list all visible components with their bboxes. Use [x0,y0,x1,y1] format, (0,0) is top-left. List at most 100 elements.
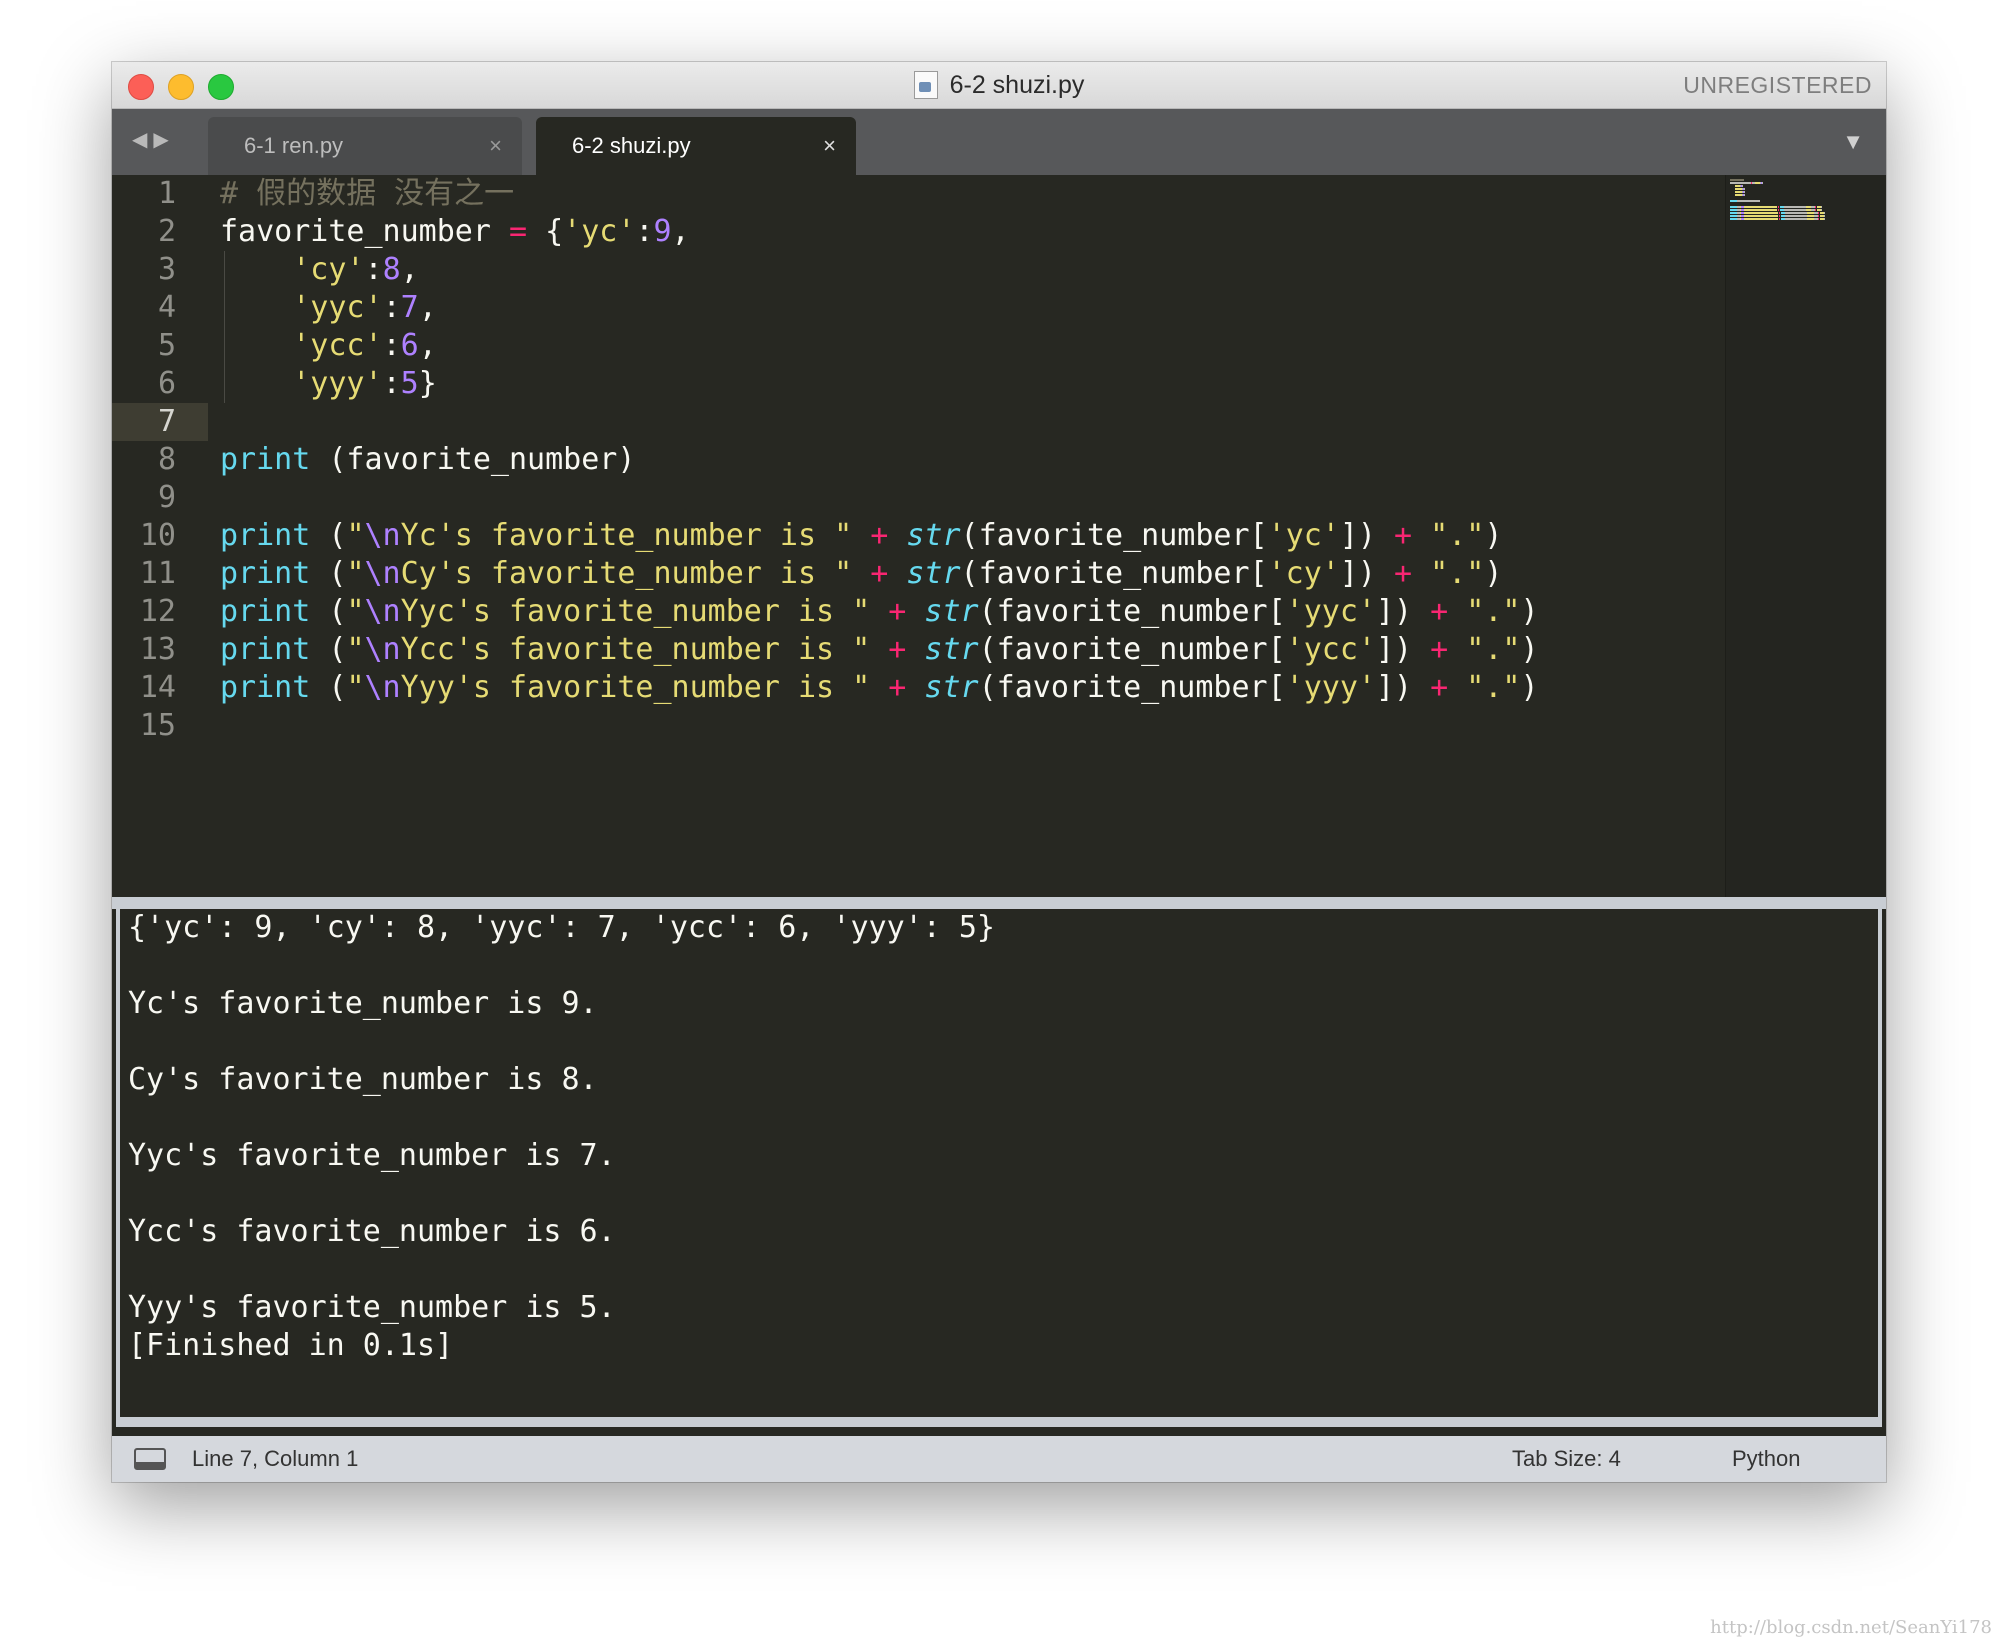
code-token: " [346,670,365,705]
output-line: Yyy's favorite_number is 5. [128,1290,616,1325]
cursor-position[interactable]: Line 7, Column 1 [192,1436,358,1482]
tab-6-1-ren[interactable]: 6-1 ren.py × [208,117,522,175]
code-token: ]) [1339,556,1395,591]
tab-size-setting[interactable]: Tab Size: 4 [1512,1436,1621,1482]
code-area[interactable]: # 假的数据 没有之一 favorite_number = {'yc':9, 'c… [220,175,1726,745]
minimap-token [1735,191,1742,193]
tab-close-icon[interactable]: × [489,133,502,159]
code-token: print [220,594,311,629]
code-token: ) [1484,518,1503,553]
code-token: print [220,632,311,667]
code-line[interactable]: favorite_number = {'yc':9, [220,213,1726,251]
minimap-token [1730,218,1737,220]
code-token: "." [1466,594,1521,629]
tab-6-2-shuzi[interactable]: 6-2 shuzi.py × [536,117,856,175]
syntax-selector[interactable]: Python [1732,1436,1801,1482]
minimap-token [1742,185,1743,187]
code-token: " [346,518,365,553]
output-line: Cy's favorite_number is 8. [128,1062,598,1097]
code-token: ) [1520,632,1539,667]
code-token: str [906,556,961,591]
minimap-token [1730,200,1737,202]
minimap-token [1779,215,1780,217]
code-token: "." [1466,632,1521,667]
code-line[interactable]: print ("\nYyc's favorite_number is " + s… [220,593,1726,631]
line-number: 13 [139,632,176,667]
code-line[interactable] [220,707,1726,745]
minimap-token [1762,182,1763,184]
code-token: (favorite_number[ [960,518,1268,553]
minimap-token [1744,194,1745,196]
minimap-token [1744,206,1777,208]
code-token: : [635,214,654,249]
tab-forward-arrow-icon[interactable]: ▶ [153,129,174,151]
tab-back-arrow-icon[interactable]: ◀ [132,129,153,151]
code-line[interactable]: 'cy':8, [220,251,1726,289]
code-token: (favorite_number) [310,442,636,477]
code-token: str [906,518,961,553]
line-number: 9 [157,480,176,515]
minimap-token [1730,215,1737,217]
code-token: + [1430,594,1449,629]
line-number-gutter: 1 2 3 4 5 6 7 8 9 10 11 12 13 14 15 [112,175,208,897]
code-line[interactable] [220,479,1726,517]
code-line[interactable]: print ("\nYyy's favorite_number is " + s… [220,669,1726,707]
code-token: 'yc' [563,214,636,249]
minimap-token [1730,179,1744,181]
code-token: : [382,366,401,401]
output-line: Yyc's favorite_number is 7. [128,1138,616,1173]
code-token: + [888,594,907,629]
line-number: 4 [157,290,176,325]
code-token: "." [1430,556,1485,591]
code-editor[interactable]: 1 2 3 4 5 6 7 8 9 10 11 12 13 14 15 # 假的数据 没有之一 favorit… [112,175,1886,897]
code-token: " [346,556,365,591]
minimap-token [1744,212,1778,214]
code-line[interactable]: print (favorite_number) [220,441,1726,479]
code-token: # 假的数据 没有之一 [220,176,515,211]
minimap[interactable] [1725,175,1886,897]
title-bar[interactable]: 6-2 shuzi.py UNREGISTERED [112,62,1886,109]
code-line[interactable]: 'yyc':7, [220,289,1726,327]
code-token: Cy's favorite_number is " [400,556,853,591]
code-token: , [418,328,437,363]
code-token: (favorite_number[ [978,632,1286,667]
tab-label: 6-1 ren.py [244,133,344,158]
code-line[interactable]: 'ycc':6, [220,327,1726,365]
code-token: 'ycc' [1285,632,1376,667]
code-token: ( [310,594,347,629]
code-token: 6 [400,328,419,363]
code-line[interactable]: print ("\nYcc's favorite_number is " + s… [220,631,1726,669]
code-line[interactable]: print ("\nYc's favorite_number is " + st… [220,517,1726,555]
code-token: ) [1520,594,1539,629]
tab-menu-dropdown-icon[interactable]: ▼ [1842,129,1864,155]
code-line[interactable]: 'yyy':5} [220,365,1726,403]
panel-divider[interactable] [112,897,1886,909]
code-line[interactable] [220,403,1726,441]
minimap-token [1815,206,1816,208]
code-token: + [888,632,907,667]
output-line: Yc's favorite_number is 9. [128,986,598,1021]
status-bar: Line 7, Column 1 Tab Size: 4 Python [112,1436,1886,1482]
code-token: \n [364,670,401,705]
minimap-token [1785,218,1807,220]
code-token: ( [310,556,347,591]
panel-toggle-icon[interactable] [134,1448,166,1470]
line-number: 6 [157,366,176,401]
code-token: } [418,366,437,401]
code-line[interactable]: print ("\nCy's favorite_number is " + st… [220,555,1726,593]
code-token: + [1394,518,1413,553]
code-token: ( [310,670,347,705]
minimap-token [1737,200,1760,202]
code-token: \n [364,518,401,553]
output-line: Ycc's favorite_number is 6. [128,1214,616,1249]
line-number: 12 [139,594,176,629]
tab-close-icon[interactable]: × [823,133,836,159]
code-token: + [1394,556,1413,591]
code-token: 'yc' [1267,518,1340,553]
code-line[interactable]: # 假的数据 没有之一 [220,175,1726,213]
